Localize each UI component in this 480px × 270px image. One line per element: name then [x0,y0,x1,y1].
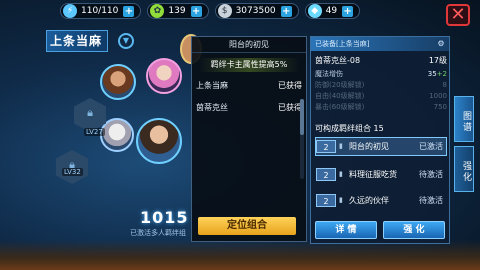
gem-icon: ◆ [307,4,322,18]
level-badge-1: LV27 [84,128,105,136]
combo-name: 久远的伙伴 [349,196,389,205]
combo-status: 待激活 [419,170,443,179]
currency2-value: 139 [168,6,186,16]
currency2-plus-button[interactable]: + [190,5,202,17]
stamina-counter: ⚡ 110/110 + [60,3,142,19]
stat-row: 暴击(60级解锁) 750 [315,102,447,113]
combo-member-row: 茵蒂克丝 已获得 [192,97,306,119]
gem-counter: ◆ 49 + [304,3,361,19]
floor-glow [0,240,480,270]
character-name-plate: 上条当麻 [46,30,108,52]
combo-status: 已激活 [419,142,443,151]
gold-counter: $ 3073500 + [214,3,299,19]
combo-name: 阳台的初见 [349,142,389,151]
combo-count: 2 [316,194,336,207]
coin-icon: $ [217,4,232,18]
combo-member-row: 上条当麻 已获得 [192,75,306,97]
currency2-counter: ✿ 139 + [147,3,209,19]
stat-label: 魔法增伤 [315,70,343,78]
member-name: 上条当麻 [196,81,228,90]
equipped-tag: 已装备[上条当麻] ⚙ [311,37,449,51]
stat-value: 8 [442,81,447,89]
member-status: 已获得 [278,81,302,90]
gold-value: 3073500 [235,6,276,16]
scrollbar-thumb[interactable] [300,99,304,135]
detail-button[interactable]: 详 情 [315,221,377,239]
stat-value: 1000 [429,92,447,100]
stat-row: 自由(40级解锁) 1000 [315,91,447,102]
member-name: 茵蒂克丝 [196,103,228,112]
portrait-node-main[interactable] [136,118,182,164]
stat-number: 35 [427,70,437,78]
lock-icon: 🔒︎ [87,106,93,119]
enhance-button[interactable]: 强 化 [383,221,445,239]
portrait-node-mikoto[interactable] [100,64,136,100]
stat-label: 暴击(60级解锁) [315,103,365,111]
stat-label: 防御(20级解锁) [315,81,365,89]
combo-count: 2 [316,140,336,153]
card-stats: 魔法增伤 35+2 防御(20级解锁) 8 自由(40级解锁) 1000 暴击(… [315,69,447,113]
card-name: 茵蒂克丝-08 [315,56,361,65]
member-icon: ▮ [339,195,343,204]
combo-effect: 羁绊卡主属性提高5% [198,58,300,72]
stat-value: 750 [433,103,447,111]
gem-value: 49 [325,6,338,16]
combo-count: 2 [316,168,336,181]
tab-enhance[interactable]: 强化 [454,146,474,192]
stat-bonus: +2 [436,70,447,78]
member-icon: ▮ [339,169,343,178]
stamina-icon: ⚡ [63,4,77,18]
combo-list-title: 可构成羁绊组合 15 [315,124,384,133]
equipped-tag-label: 已装备[上条当麻] [315,40,370,48]
member-icon: ▮ [339,141,343,150]
stat-row: 魔法增伤 35+2 [315,69,447,80]
chevron-down-icon[interactable]: ▼ [118,33,134,49]
card-info-panel: 已装备[上条当麻] ⚙ 茵蒂克丝-08 17级 魔法增伤 35+2 防御(20级… [310,36,450,244]
frog-icon: ✿ [150,4,165,18]
level-badge-2: LV32 [62,168,83,176]
combo-detail-title: 阳台的初见 [192,37,306,53]
bond-score: 1015 [140,208,189,227]
combo-status: 待激活 [419,196,443,205]
card-name-row: 茵蒂克丝-08 17级 [315,55,447,66]
combo-item[interactable]: 2 ▮ 久远的伙伴 待激活 [315,191,447,210]
resource-bar: ⚡ 110/110 + ✿ 139 + $ 3073500 + ◆ 49 + [60,0,440,22]
portrait-node-index[interactable] [146,58,182,94]
combo-detail-panel: 阳台的初见 羁绊卡主属性提高5% 上条当麻 已获得 茵蒂克丝 已获得 定位组合 [191,36,307,242]
gem-plus-button[interactable]: + [342,5,354,17]
locate-combo-button[interactable]: 定位组合 [198,217,296,235]
combo-name: 料理征服吃货 [349,170,397,179]
close-button[interactable]: ✕ [446,4,470,26]
combo-item[interactable]: 2 ▮ 料理征服吃货 待激活 [315,165,447,184]
stat-value: 35+2 [428,69,447,80]
combo-item[interactable]: 2 ▮ 阳台的初见 已激活 [315,137,447,156]
bond-score-note: 已激活多人羁绊组 [130,229,186,237]
member-status: 已获得 [278,103,302,112]
stamina-value: 110/110 [81,6,119,16]
scrollbar[interactable] [300,99,304,179]
gear-icon[interactable]: ⚙ [436,39,446,49]
card-level: 17级 [428,56,447,65]
stamina-plus-button[interactable]: + [123,5,135,17]
stat-row: 防御(20级解锁) 8 [315,80,447,91]
stat-label: 自由(40级解锁) [315,92,365,100]
tab-atlas[interactable]: 图谱 [454,96,474,142]
gold-plus-button[interactable]: + [280,5,292,17]
